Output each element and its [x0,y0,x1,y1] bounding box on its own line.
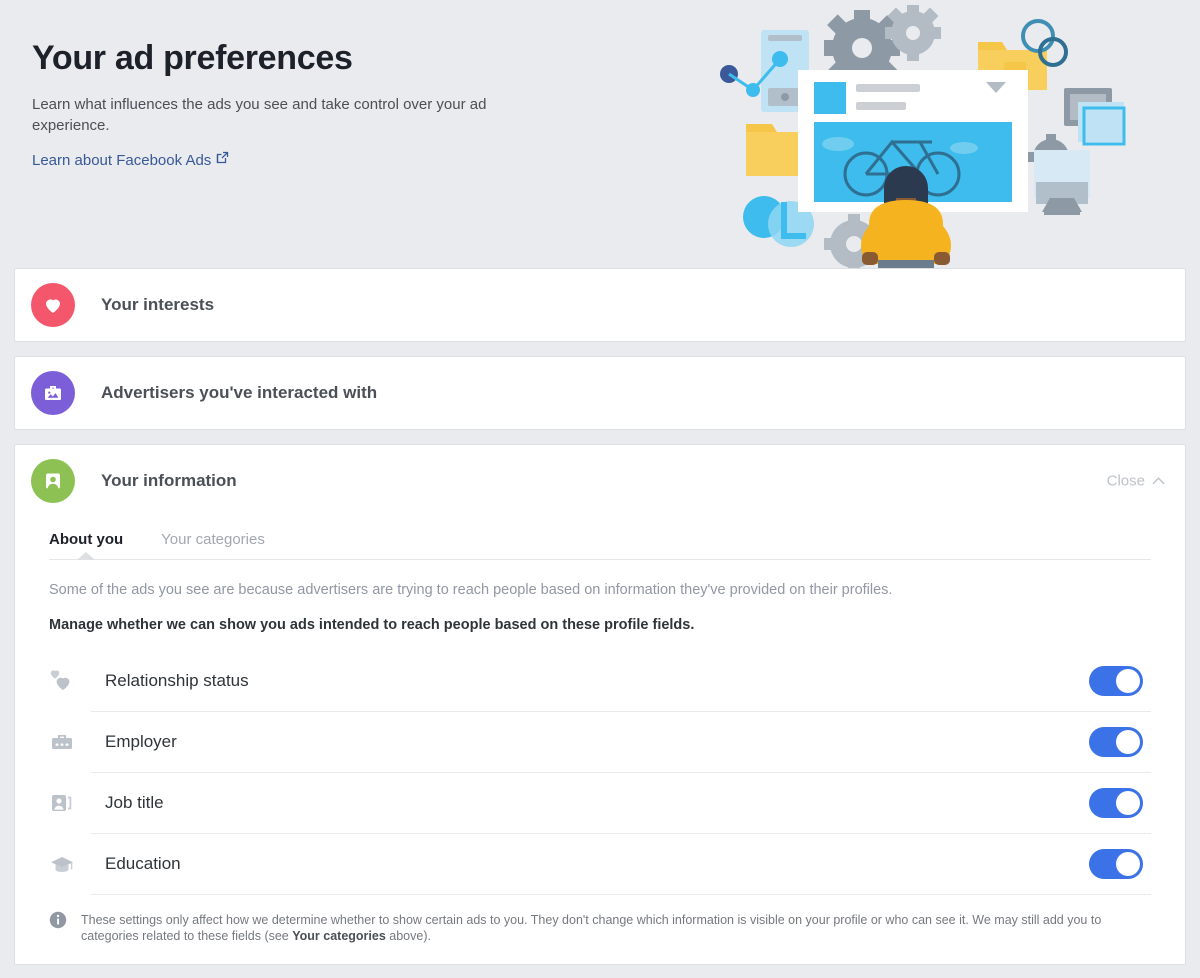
advertisers-row[interactable]: Advertisers you've interacted with [15,357,1185,429]
page-title: Your ad preferences [32,39,353,77]
tab-about-you[interactable]: About you [49,531,124,560]
tab-about-you-label: About you [49,531,124,548]
footer-note-text: These settings only affect how we determ… [81,911,1151,944]
tab-bar: About you Your categories [15,517,1185,560]
field-row-relationship-status: Relationship status [49,651,1151,711]
toggle-knob [1116,791,1140,815]
graduation-cap-icon [49,852,79,876]
your-interests-label: Your interests [101,295,215,314]
card-your-interests[interactable]: Your interests [14,268,1186,342]
your-information-header: Your information Close [15,445,1185,517]
hearts-icon [49,669,79,693]
page-subtitle: Learn what influences the ads you see an… [32,96,487,134]
toggle-knob [1116,730,1140,754]
field-row-employer: Employer [49,712,1151,772]
toggle-education[interactable] [1089,849,1143,879]
close-label: Close [1106,472,1145,490]
your-information-label: Your information [101,471,237,490]
footer-your-categories-ref: Your categories [292,929,386,943]
info-icon [49,911,67,934]
briefcase-icon [49,730,79,754]
page-header: Your ad preferences Learn what influence… [0,0,1200,268]
briefcase-image-icon [31,371,75,415]
active-tab-caret [77,552,96,560]
id-badge-icon [49,791,79,815]
external-link-icon [216,151,229,169]
learn-about-facebook-ads-link[interactable]: Learn about Facebook Ads [32,152,211,169]
field-label-employer: Employer [105,732,177,751]
advertisers-label: Advertisers you've interacted with [101,383,378,402]
chevron-up-icon [1152,473,1165,490]
intro-note: Some of the ads you see are because adve… [49,582,893,598]
tab-your-categories[interactable]: Your categories [161,531,265,559]
toggle-relationship-status[interactable] [1089,666,1143,696]
footer-part1: These settings only affect how we determ… [81,913,1102,943]
profile-fields-list: Relationship status Employer Job title E… [49,651,1151,895]
ad-preferences-illustration [720,5,1126,268]
tab-your-categories-label: Your categories [161,531,265,548]
toggle-knob [1116,852,1140,876]
field-label-job-title: Job title [105,793,164,812]
heart-icon [31,283,75,327]
header-text-block: Your ad preferences Learn what influence… [32,36,592,169]
field-row-job-title: Job title [49,773,1151,833]
footer-part2: above). [385,929,431,943]
your-interests-row[interactable]: Your interests [15,269,1185,341]
field-label-education: Education [105,854,181,873]
profile-card-icon [31,459,75,503]
toggle-employer[interactable] [1089,727,1143,757]
close-button[interactable]: Close [1107,473,1165,490]
toggle-job-title[interactable] [1089,788,1143,818]
toggle-knob [1116,669,1140,693]
card-your-information: Your information Close About you Your ca… [14,444,1186,965]
footer-note: These settings only affect how we determ… [15,895,1185,964]
field-label-relationship-status: Relationship status [105,671,249,690]
field-row-education: Education [49,834,1151,894]
about-you-panel: Some of the ads you see are because adve… [15,560,1185,895]
card-advertisers-interacted[interactable]: Advertisers you've interacted with [14,356,1186,430]
manage-note: Manage whether we can show you ads inten… [49,617,695,633]
learn-link-row[interactable]: Learn about Facebook Ads [32,151,592,169]
